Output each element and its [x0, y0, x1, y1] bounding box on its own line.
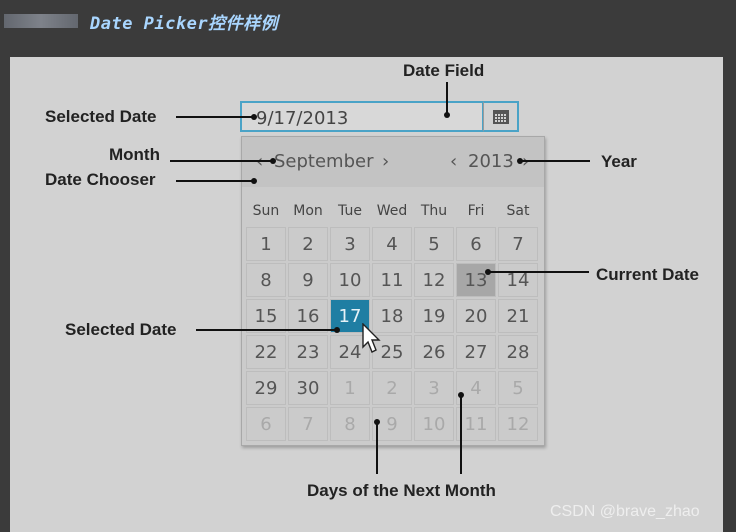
next-month-day[interactable]: 10	[414, 407, 454, 441]
calendar-day[interactable]: 23	[288, 335, 328, 369]
weekday-header: Sat	[506, 203, 530, 219]
date-field-dot	[444, 112, 450, 118]
calendar-day[interactable]: 12	[414, 263, 454, 297]
next-month-day[interactable]: 11	[456, 407, 496, 441]
calendar-button[interactable]	[483, 101, 519, 132]
weekday-header: Thu	[420, 203, 448, 219]
calendar-day[interactable]: 27	[456, 335, 496, 369]
calendar-day[interactable]: 9	[288, 263, 328, 297]
calendar-day[interactable]: 21	[498, 299, 538, 333]
calendar-day[interactable]: 5	[414, 227, 454, 261]
calendar-day[interactable]: 28	[498, 335, 538, 369]
next-month-day[interactable]: 1	[330, 371, 370, 405]
month-label-annotation: Month	[109, 145, 160, 164]
next-month-leader-left	[376, 423, 378, 474]
calendar-icon	[493, 110, 509, 124]
calendar-day[interactable]: 14	[498, 263, 538, 297]
calendar-day[interactable]: 1	[246, 227, 286, 261]
calendar-day[interactable]: 10	[330, 263, 370, 297]
blurred-logo	[4, 14, 78, 28]
weekday-header: Mon	[293, 203, 323, 219]
doc-title: Date Picker控件样例	[90, 14, 279, 34]
next-month-leader-right	[460, 396, 462, 474]
next-month-day[interactable]: 3	[414, 371, 454, 405]
date-chooser-leader	[176, 180, 254, 182]
date-field-leader	[446, 82, 448, 114]
year-dot	[517, 158, 523, 164]
current-date-label: Current Date	[596, 265, 699, 284]
year-label[interactable]: 2013	[468, 151, 514, 172]
calendar-day[interactable]: 8	[246, 263, 286, 297]
calendar-day[interactable]: 6	[456, 227, 496, 261]
date-chooser-label: Date Chooser	[45, 170, 156, 189]
selected-date-leader-bottom	[196, 329, 337, 331]
next-month-day[interactable]: 8	[330, 407, 370, 441]
calendar-day[interactable]: 13	[456, 263, 496, 297]
calendar-day[interactable]: 19	[414, 299, 454, 333]
weekday-header: Tue	[338, 203, 362, 219]
selected-date-leader-top	[176, 116, 254, 118]
calendar-day[interactable]: 11	[372, 263, 412, 297]
selected-date-dot-bottom	[334, 327, 340, 333]
calendar-day[interactable]: 7	[498, 227, 538, 261]
calendar-day[interactable]: 26	[414, 335, 454, 369]
calendar-day[interactable]: 3	[330, 227, 370, 261]
date-field-value: 9/17/2013	[256, 108, 349, 129]
next-month-day[interactable]: 5	[498, 371, 538, 405]
calendar-day[interactable]: 20	[456, 299, 496, 333]
next-month-dot-left	[374, 419, 380, 425]
weekday-header: Wed	[376, 203, 408, 219]
watermark: CSDN @brave_zhao	[550, 503, 700, 520]
current-date-leader	[489, 271, 589, 273]
month-dot	[270, 158, 276, 164]
next-month-button[interactable]: ›	[382, 151, 389, 172]
next-month-days-label: Days of the Next Month	[307, 481, 496, 500]
selected-date-label-bottom: Selected Date	[65, 320, 177, 339]
date-chooser-dot	[251, 178, 257, 184]
current-date-dot	[485, 269, 491, 275]
header-bar: Date Picker控件样例	[0, 0, 736, 46]
selected-date-dot-top	[251, 114, 257, 120]
month-label[interactable]: September	[274, 151, 374, 172]
next-month-day[interactable]: 2	[372, 371, 412, 405]
calendar-day[interactable]: 2	[288, 227, 328, 261]
next-month-day[interactable]: 12	[498, 407, 538, 441]
month-leader	[170, 160, 274, 162]
date-field-label: Date Field	[403, 61, 485, 80]
next-month-day[interactable]: 7	[288, 407, 328, 441]
next-month-day[interactable]: 4	[456, 371, 496, 405]
year-label-annotation: Year	[601, 152, 637, 171]
year-leader	[520, 160, 590, 162]
calendar-day[interactable]: 16	[288, 299, 328, 333]
mouse-pointer-icon	[362, 323, 381, 353]
calendar-day[interactable]: 29	[246, 371, 286, 405]
weekday-header: Sun	[252, 203, 280, 219]
calendar-day[interactable]: 22	[246, 335, 286, 369]
calendar-day[interactable]: 4	[372, 227, 412, 261]
next-month-dot-right	[458, 392, 464, 398]
calendar-day[interactable]: 30	[288, 371, 328, 405]
date-chooser: ‹ September › ‹ 2013 › SunMonTueWedThuFr…	[241, 136, 545, 446]
weekday-header: Fri	[467, 203, 485, 219]
selected-date-label-top: Selected Date	[45, 107, 157, 126]
next-month-day[interactable]: 6	[246, 407, 286, 441]
prev-year-button[interactable]: ‹	[450, 151, 457, 172]
calendar-day[interactable]: 15	[246, 299, 286, 333]
